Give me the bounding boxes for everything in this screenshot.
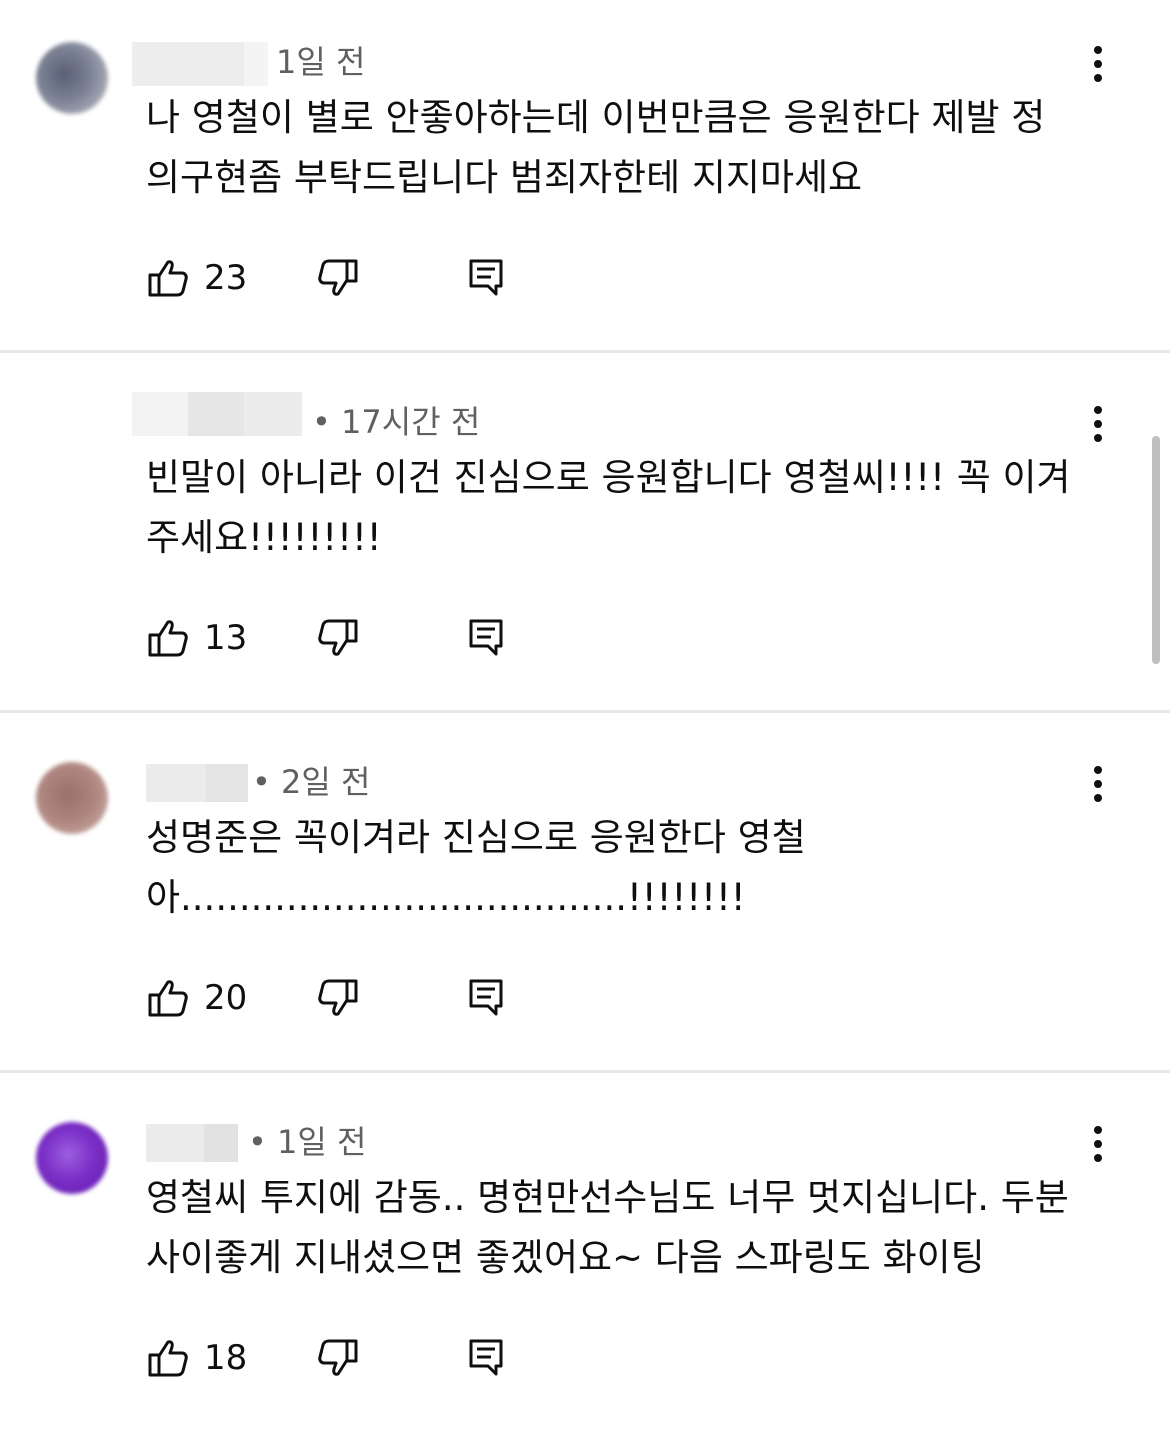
comment-time: • 17시간 전	[312, 403, 481, 441]
author-name-redacted[interactable]	[132, 42, 268, 86]
avatar[interactable]	[36, 762, 108, 834]
comment-time: • 2일 전	[252, 763, 371, 801]
more-vertical-icon[interactable]	[1086, 1126, 1110, 1166]
thumbs-down-icon[interactable]	[316, 976, 360, 1020]
avatar[interactable]	[36, 42, 108, 114]
comment-3: • 2일 전 성명준은 꼭이겨라 진심으로 응원한다 영철 아.........…	[0, 720, 1170, 1070]
comment-4: • 1일 전 영철씨 투지에 감동.. 명현만선수님도 너무 멋지십니다. 두분…	[0, 1080, 1170, 1430]
thumbs-up-icon[interactable]	[146, 1336, 190, 1380]
scrollbar[interactable]	[1152, 436, 1160, 664]
reply-icon[interactable]	[466, 616, 506, 660]
more-vertical-icon[interactable]	[1086, 46, 1110, 86]
like-count: 20	[204, 978, 248, 1018]
comment-2: • 17시간 전 빈말이 아니라 이건 진심으로 응원합니다 영철씨!!!! 꼭…	[0, 360, 1170, 710]
comment-text: 빈말이 아니라 이건 진심으로 응원합니다 영철씨!!!! 꼭 이겨 주세요!!…	[146, 456, 1071, 559]
author-name-redacted[interactable]	[132, 392, 302, 436]
comment-time: 1일 전	[276, 43, 366, 81]
more-vertical-icon[interactable]	[1086, 766, 1110, 806]
like-count: 18	[204, 1338, 248, 1378]
more-vertical-icon[interactable]	[1086, 406, 1110, 446]
comment-1: 1일 전 나 영철이 별로 안좋아하는데 이번만큼은 응원한다 제발 정 의구현…	[0, 0, 1170, 350]
reply-icon[interactable]	[466, 976, 506, 1020]
reply-icon[interactable]	[466, 1336, 506, 1380]
reply-icon[interactable]	[466, 256, 506, 300]
comment-text: 나 영철이 별로 안좋아하는데 이번만큼은 응원한다 제발 정 의구현좀 부탁드…	[146, 96, 1046, 199]
thumbs-up-icon[interactable]	[146, 256, 190, 300]
divider	[0, 710, 1170, 713]
comment-time: • 1일 전	[248, 1123, 367, 1161]
like-count: 23	[204, 258, 248, 298]
thumbs-up-icon[interactable]	[146, 616, 190, 660]
comment-text: 성명준은 꼭이겨라 진심으로 응원한다 영철 아................…	[146, 816, 806, 919]
avatar[interactable]	[36, 1122, 108, 1194]
thumbs-down-icon[interactable]	[316, 616, 360, 660]
author-name-redacted[interactable]	[146, 764, 248, 802]
author-name-redacted[interactable]	[146, 1124, 238, 1162]
thumbs-up-icon[interactable]	[146, 976, 190, 1020]
like-count: 13	[204, 618, 248, 658]
thumbs-down-icon[interactable]	[316, 256, 360, 300]
comment-text: 영철씨 투지에 감동.. 명현만선수님도 너무 멋지십니다. 두분 사이좋게 지…	[146, 1176, 1069, 1279]
thumbs-down-icon[interactable]	[316, 1336, 360, 1380]
divider	[0, 1070, 1170, 1073]
divider	[0, 350, 1170, 353]
